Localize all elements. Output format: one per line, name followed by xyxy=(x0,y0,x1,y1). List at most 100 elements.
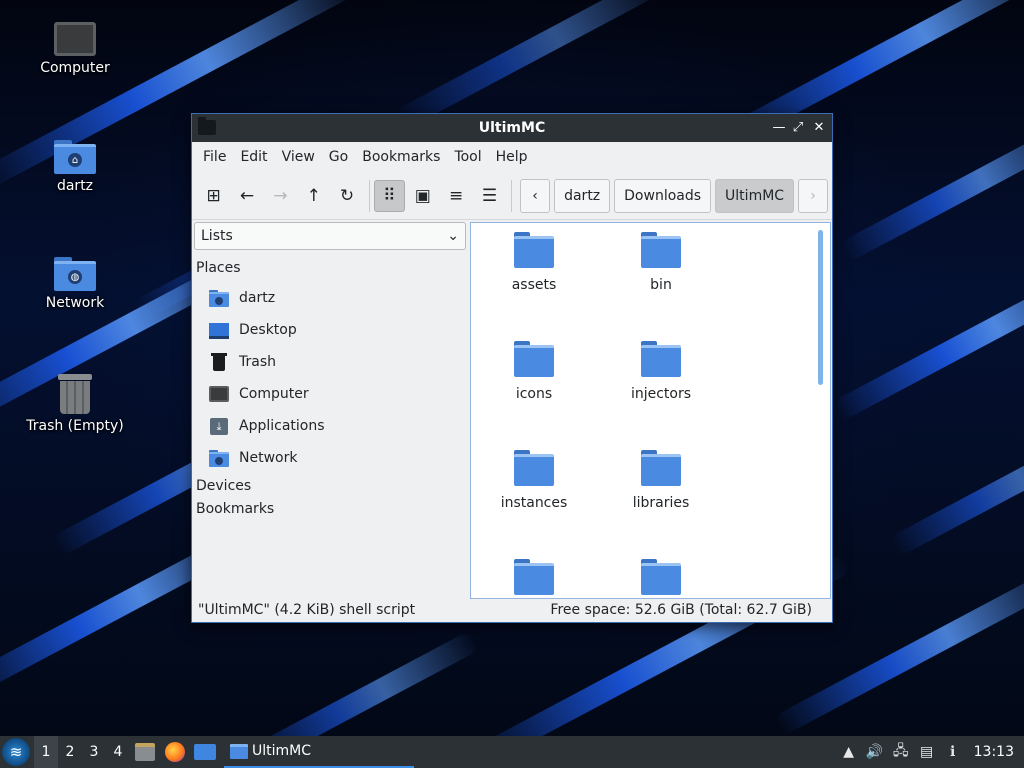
file-view[interactable]: assets bin icons injectors instances lib… xyxy=(470,222,831,599)
file-item-injectors[interactable]: injectors xyxy=(601,341,721,402)
workspace-2[interactable]: 2 xyxy=(58,736,82,768)
folder-icon xyxy=(641,450,681,486)
folder-icon xyxy=(641,341,681,377)
sidebar-item-label: dartz xyxy=(239,290,276,306)
maximize-button[interactable]: ⤢ xyxy=(789,119,807,137)
bookmarks-header[interactable]: Bookmarks xyxy=(193,497,468,520)
task-label: UltimMC xyxy=(252,743,312,759)
tray-scroll-icon[interactable]: ▲ xyxy=(836,738,862,766)
file-name: bin xyxy=(650,277,672,293)
desktop-icon-network[interactable]: ◍ Network xyxy=(20,257,130,311)
breadcrumb-item-ultimmc[interactable]: UltimMC xyxy=(715,178,795,213)
forward-button[interactable]: → xyxy=(265,180,296,212)
desktop-icon-trash[interactable]: Trash (Empty) xyxy=(20,374,130,434)
network-folder-icon: ◍ xyxy=(54,257,96,291)
new-tab-button[interactable]: ⊞ xyxy=(198,180,229,212)
side-pane-mode-label: Lists xyxy=(201,228,233,244)
updates-icon[interactable]: ℹ xyxy=(940,738,966,766)
thumbnail-view-button[interactable]: ▣ xyxy=(407,180,438,212)
network-icon[interactable]: 🖧 xyxy=(888,738,914,766)
file-item-icons[interactable]: icons xyxy=(474,341,594,402)
file-manager-launcher[interactable] xyxy=(131,738,159,766)
task-button-ultimmc[interactable]: UltimMC xyxy=(224,736,414,768)
status-bar: "UltimMC" (4.2 KiB) shell script Free sp… xyxy=(192,598,832,622)
taskbar: ≋ 1 2 3 4 UltimMC ▲ 🔊 🖧 ▤ ℹ 13:13 xyxy=(0,736,1024,768)
vertical-scrollbar[interactable] xyxy=(818,230,823,385)
file-item[interactable] xyxy=(601,559,721,598)
sidebar-item-trash[interactable]: Trash xyxy=(193,346,468,378)
folder-icon xyxy=(641,559,681,595)
folder-icon xyxy=(514,450,554,486)
file-item-libraries[interactable]: libraries xyxy=(601,450,721,511)
compact-view-button[interactable]: ≡ xyxy=(440,180,471,212)
sidebar-item-applications[interactable]: ⤓ Applications xyxy=(193,410,468,442)
desktop-icon-label: Network xyxy=(45,295,105,311)
workspace-3[interactable]: 3 xyxy=(82,736,106,768)
sidebar-item-computer[interactable]: Computer xyxy=(193,378,468,410)
workspace-1[interactable]: 1 xyxy=(34,736,58,768)
up-button[interactable]: ↑ xyxy=(298,180,329,212)
home-folder-icon xyxy=(209,289,229,307)
start-menu-button[interactable]: ≋ xyxy=(2,738,30,766)
desktop-icon-computer[interactable]: Computer xyxy=(20,22,130,76)
show-desktop-button[interactable] xyxy=(191,738,219,766)
menu-file[interactable]: File xyxy=(196,149,233,165)
sidebar-item-desktop[interactable]: Desktop xyxy=(193,314,468,346)
folder-icon xyxy=(514,232,554,268)
applications-icon: ⤓ xyxy=(209,417,229,435)
network-folder-icon xyxy=(209,449,229,467)
breadcrumb-item-dartz[interactable]: dartz xyxy=(554,178,611,213)
desktop-icon-label: Trash (Empty) xyxy=(26,418,124,434)
toolbar-separator xyxy=(511,179,513,212)
notes-icon[interactable]: ▤ xyxy=(914,738,940,766)
devices-header[interactable]: Devices xyxy=(193,474,468,497)
toolbar: ⊞ ← → ↑ ↻ ⠿ ▣ ≡ ☰ ‹ dartz Downloads Ulti… xyxy=(192,172,832,220)
folder-icon xyxy=(514,559,554,595)
computer-icon xyxy=(209,385,229,403)
clock[interactable]: 13:13 xyxy=(966,744,1024,760)
file-item-bin[interactable]: bin xyxy=(601,232,721,293)
desktop-icon xyxy=(209,321,229,339)
detail-view-button[interactable]: ☰ xyxy=(474,180,505,212)
menu-bookmarks[interactable]: Bookmarks xyxy=(355,149,447,165)
back-button[interactable]: ← xyxy=(231,180,262,212)
menu-tool[interactable]: Tool xyxy=(447,149,488,165)
workspace-4[interactable]: 4 xyxy=(106,736,130,768)
volume-icon[interactable]: 🔊 xyxy=(862,738,888,766)
folder-icon xyxy=(514,341,554,377)
icon-view-button[interactable]: ⠿ xyxy=(373,179,406,212)
file-name: icons xyxy=(515,386,553,402)
sidebar-item-label: Desktop xyxy=(239,322,297,338)
sidebar-item-label: Applications xyxy=(239,418,325,434)
reload-button[interactable]: ↻ xyxy=(331,180,362,212)
breadcrumb-prev-button[interactable]: ‹ xyxy=(520,178,551,213)
side-pane-mode-select[interactable]: Lists ⌄ xyxy=(194,222,466,250)
menu-view[interactable]: View xyxy=(275,149,322,165)
file-item[interactable] xyxy=(474,559,594,598)
system-tray: ▲ 🔊 🖧 ▤ ℹ 13:13 xyxy=(836,738,1024,766)
chevron-down-icon: ⌄ xyxy=(447,228,459,244)
breadcrumb-item-downloads[interactable]: Downloads xyxy=(614,178,712,213)
firefox-launcher[interactable] xyxy=(161,738,189,766)
close-button[interactable]: ✕ xyxy=(810,119,828,137)
file-item-instances[interactable]: instances xyxy=(474,450,594,511)
window-titlebar[interactable]: UltimMC — ⤢ ✕ xyxy=(192,114,832,142)
trash-icon xyxy=(58,374,92,414)
sidebar-item-label: Network xyxy=(239,450,298,466)
breadcrumb-next-button[interactable]: › xyxy=(798,178,829,213)
places-header[interactable]: Places xyxy=(193,250,468,282)
file-item-assets[interactable]: assets xyxy=(474,232,594,293)
menu-bar: File Edit View Go Bookmarks Tool Help xyxy=(192,142,832,172)
file-manager-icon xyxy=(135,743,155,761)
desktop-icon-dartz[interactable]: ⌂ dartz xyxy=(20,140,130,194)
menu-edit[interactable]: Edit xyxy=(233,149,274,165)
minimize-button[interactable]: — xyxy=(770,119,788,137)
sidebar-item-network[interactable]: Network xyxy=(193,442,468,474)
folder-icon xyxy=(641,232,681,268)
sidebar-item-dartz[interactable]: dartz xyxy=(193,282,468,314)
menu-go[interactable]: Go xyxy=(322,149,355,165)
folder-icon xyxy=(230,743,248,759)
menu-help[interactable]: Help xyxy=(489,149,535,165)
trash-icon xyxy=(209,353,229,371)
toolbar-separator xyxy=(368,179,370,212)
